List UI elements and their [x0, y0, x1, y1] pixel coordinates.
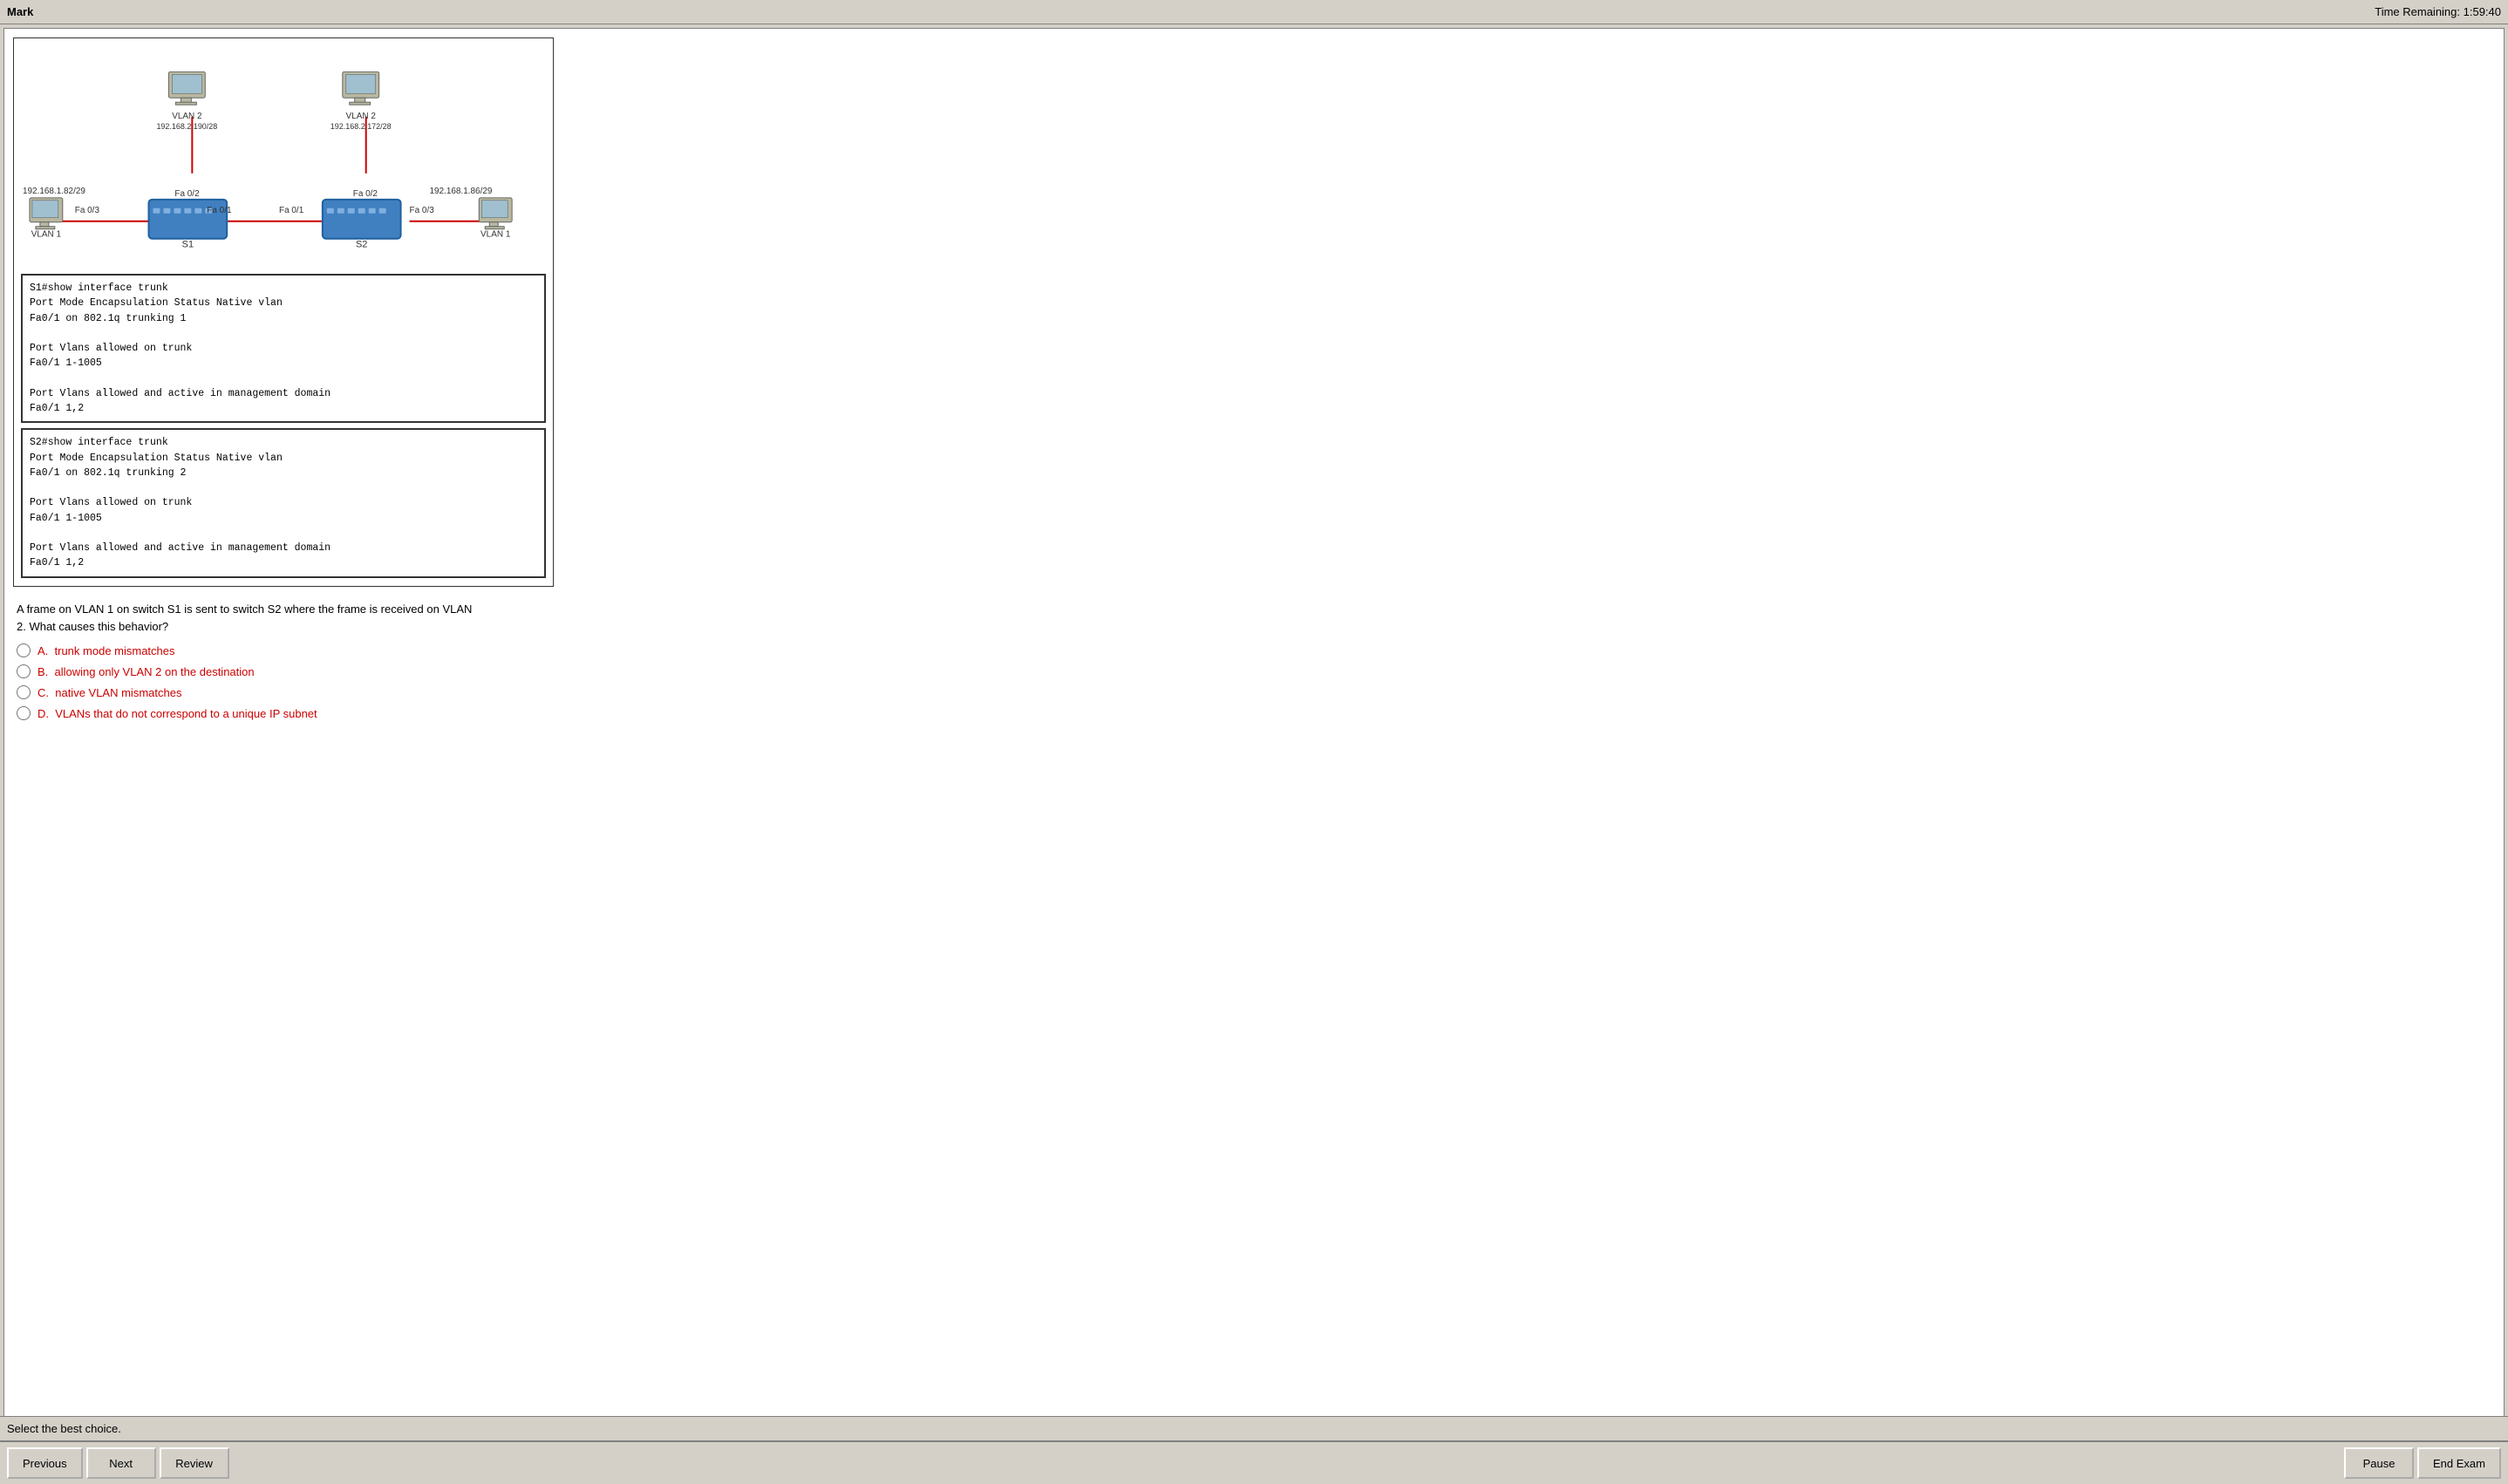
svg-text:Fa 0/3: Fa 0/3 — [410, 206, 435, 215]
choice-c[interactable]: C. native VLAN mismatches — [17, 685, 2491, 699]
button-bar: Previous Next Review Pause End Exam — [0, 1440, 2508, 1484]
pause-button[interactable]: Pause — [2344, 1447, 2414, 1479]
topology-svg: VLAN 2 192.168.2.190/28 VLAN 2 192.168.2… — [14, 38, 553, 274]
svg-text:192.168.2.172/28: 192.168.2.172/28 — [331, 122, 392, 131]
svg-text:Fa 0/2: Fa 0/2 — [174, 189, 200, 199]
radio-a[interactable] — [17, 643, 31, 657]
svg-text:VLAN 1: VLAN 1 — [31, 230, 62, 240]
question-area: A frame on VLAN 1 on switch S1 is sent t… — [13, 601, 2495, 720]
s1-headers: Port Mode Encapsulation Status Native vl… — [30, 296, 537, 310]
s1-section2-row: Fa0/1 1,2 — [30, 401, 537, 416]
svg-text:VLAN 1: VLAN 1 — [480, 230, 511, 240]
topology-area: VLAN 2 192.168.2.190/28 VLAN 2 192.168.2… — [14, 38, 553, 274]
label-a: A. trunk mode mismatches — [37, 644, 175, 657]
s2-section1-row: Fa0/1 1-1005 — [30, 511, 537, 526]
previous-button[interactable]: Previous — [7, 1447, 83, 1479]
svg-text:192.168.2.190/28: 192.168.2.190/28 — [156, 122, 217, 131]
choice-b[interactable]: B. allowing only VLAN 2 on the destinati… — [17, 664, 2491, 678]
network-diagram: VLAN 2 192.168.2.190/28 VLAN 2 192.168.2… — [13, 37, 554, 587]
s1-row1: Fa0/1 on 802.1q trunking 1 — [30, 311, 537, 326]
s2-section1-header: Port Vlans allowed on trunk — [30, 495, 537, 510]
title-bar: Mark Time Remaining: 1:59:40 — [0, 0, 2508, 24]
svg-text:Fa 0/2: Fa 0/2 — [353, 189, 378, 199]
s2-console: S2#show interface trunk Port Mode Encaps… — [21, 428, 546, 577]
svg-text:S1: S1 — [182, 240, 194, 250]
s2-row1: Fa0/1 on 802.1q trunking 2 — [30, 466, 537, 480]
s2-section2-row: Fa0/1 1,2 — [30, 555, 537, 570]
time-remaining: Time Remaining: 1:59:40 — [2375, 5, 2501, 18]
radio-b[interactable] — [17, 664, 31, 678]
s1-section2-header: Port Vlans allowed and active in managem… — [30, 386, 537, 401]
review-button[interactable]: Review — [160, 1447, 229, 1479]
label-c: C. native VLAN mismatches — [37, 686, 181, 699]
s1-command: S1#show interface trunk — [30, 281, 537, 296]
svg-text:S2: S2 — [356, 240, 367, 250]
svg-text:192.168.1.82/29: 192.168.1.82/29 — [23, 187, 85, 196]
label-d: D. VLANs that do not correspond to a uni… — [37, 707, 317, 720]
s2-headers: Port Mode Encapsulation Status Native vl… — [30, 451, 537, 466]
svg-text:Fa 0/1: Fa 0/1 — [207, 206, 232, 215]
label-b: B. allowing only VLAN 2 on the destinati… — [37, 665, 255, 678]
radio-d[interactable] — [17, 706, 31, 720]
status-text: Select the best choice. — [7, 1422, 121, 1435]
svg-text:Fa 0/1: Fa 0/1 — [279, 206, 304, 215]
status-bar: Select the best choice. — [0, 1416, 2508, 1440]
svg-text:Fa 0/3: Fa 0/3 — [75, 206, 100, 215]
s1-section1-row: Fa0/1 1-1005 — [30, 356, 537, 371]
s1-section1-header: Port Vlans allowed on trunk — [30, 341, 537, 356]
next-button[interactable]: Next — [86, 1447, 156, 1479]
end-exam-button[interactable]: End Exam — [2417, 1447, 2501, 1479]
window-title: Mark — [7, 5, 33, 18]
s2-section2-header: Port Vlans allowed and active in managem… — [30, 541, 537, 555]
choice-a[interactable]: A. trunk mode mismatches — [17, 643, 2491, 657]
radio-c[interactable] — [17, 685, 31, 699]
main-content-area: VLAN 2 192.168.2.190/28 VLAN 2 192.168.2… — [3, 28, 2505, 1437]
question-text: A frame on VLAN 1 on switch S1 is sent t… — [17, 601, 2491, 635]
s2-command: S2#show interface trunk — [30, 435, 537, 450]
choice-d[interactable]: D. VLANs that do not correspond to a uni… — [17, 706, 2491, 720]
svg-text:VLAN 2: VLAN 2 — [172, 112, 202, 121]
svg-text:192.168.1.86/29: 192.168.1.86/29 — [429, 187, 492, 196]
s1-console: S1#show interface trunk Port Mode Encaps… — [21, 274, 546, 423]
svg-text:VLAN 2: VLAN 2 — [346, 112, 377, 121]
